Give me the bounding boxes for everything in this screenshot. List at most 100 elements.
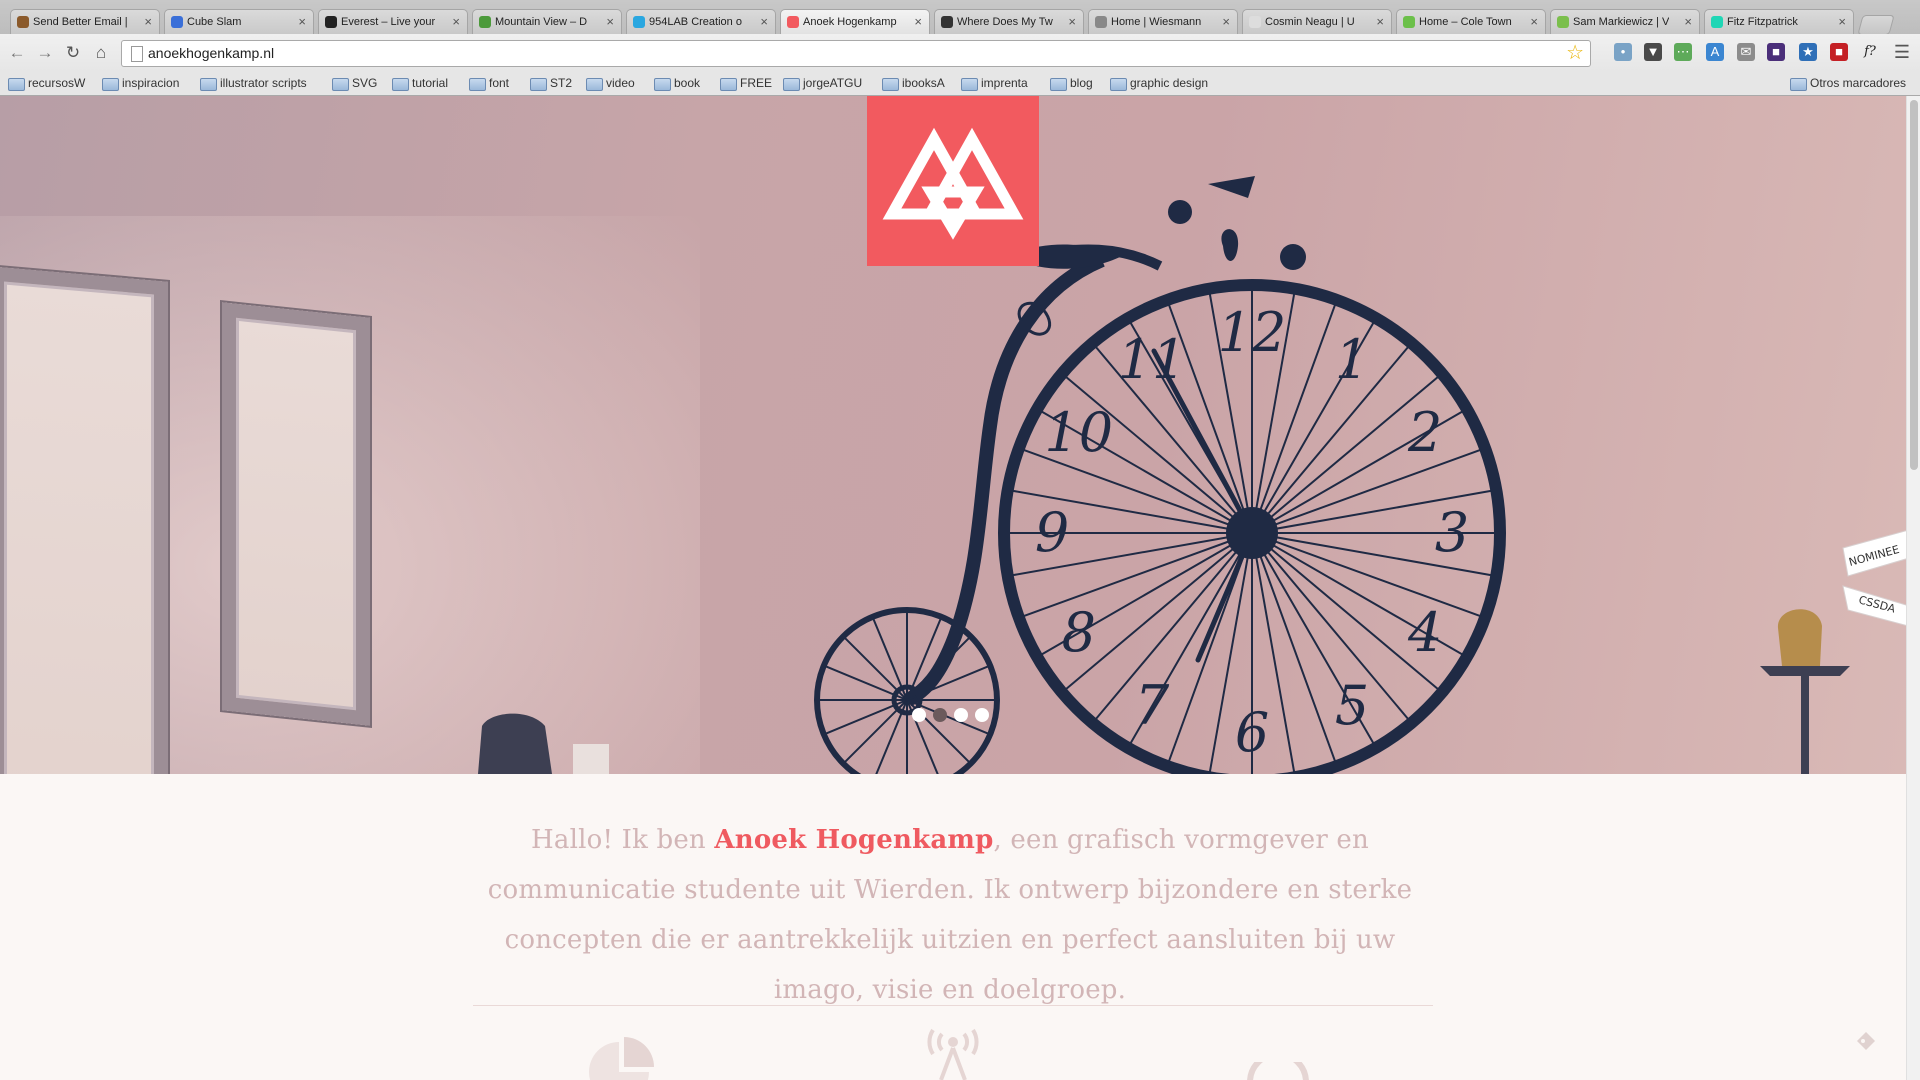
browser-tab[interactable]: 954LAB Creation o × bbox=[626, 9, 776, 34]
cssda-nominee-badge[interactable]: NOMINEE CSSDA bbox=[1838, 528, 1906, 638]
tab-close-icon[interactable]: × bbox=[1684, 10, 1692, 34]
tab-close-icon[interactable]: × bbox=[298, 10, 306, 34]
tag-icon[interactable] bbox=[1856, 1031, 1876, 1051]
whatfont-extension-icon[interactable]: f? bbox=[1861, 43, 1879, 61]
slider-dot[interactable] bbox=[954, 708, 968, 722]
tab-close-icon[interactable]: × bbox=[1838, 10, 1846, 34]
bookmark-label: tutorial bbox=[412, 76, 449, 90]
bookmark-folder[interactable]: video bbox=[586, 74, 635, 92]
bookmark-label: illustrator scripts bbox=[220, 76, 307, 90]
mail-extension-icon[interactable]: ✉ bbox=[1737, 43, 1755, 61]
svg-text:6: 6 bbox=[1235, 701, 1269, 764]
tab-title: 954LAB Creation o bbox=[649, 16, 742, 28]
browser-chrome: Send Better Email | × Cube Slam × Everest – … bbox=[0, 0, 1920, 96]
folder-icon bbox=[882, 78, 899, 91]
tab-favicon-icon bbox=[1711, 16, 1723, 28]
bookmark-folder[interactable]: imprenta bbox=[961, 74, 1028, 92]
star-icon[interactable]: ☆ bbox=[1566, 41, 1584, 66]
tab-favicon-icon bbox=[171, 16, 183, 28]
tab-close-icon[interactable]: × bbox=[1068, 10, 1076, 34]
tab-close-icon[interactable]: × bbox=[914, 10, 922, 34]
reload-icon[interactable]: ↻ bbox=[62, 42, 84, 64]
bookmarks-bar: Otros marcadores recursosW inspiracion ill… bbox=[0, 72, 1920, 95]
tab-close-icon[interactable]: × bbox=[452, 10, 460, 34]
bookmark-folder[interactable]: SVG bbox=[332, 74, 377, 92]
folder-icon bbox=[530, 78, 547, 91]
bookmark-folder[interactable]: blog bbox=[1050, 74, 1093, 92]
browser-tab[interactable]: Where Does My Tw × bbox=[934, 9, 1084, 34]
bookmark-label: recursosW bbox=[28, 76, 86, 90]
bookmark-folder[interactable]: inspiracion bbox=[102, 74, 179, 92]
bookmark-folder[interactable]: font bbox=[469, 74, 509, 92]
tab-close-icon[interactable]: × bbox=[606, 10, 614, 34]
site-logo[interactable] bbox=[867, 96, 1039, 266]
browser-tab[interactable]: Home | Wiesmann × bbox=[1088, 9, 1238, 34]
svg-text:4: 4 bbox=[1407, 601, 1442, 664]
folder-icon bbox=[1790, 78, 1807, 91]
menu-icon[interactable]: ☰ bbox=[1893, 42, 1911, 62]
bookmark-label: SVG bbox=[352, 76, 378, 90]
browser-tab[interactable]: Anoek Hogenkamp × bbox=[780, 9, 930, 34]
svg-text:11: 11 bbox=[1118, 328, 1187, 391]
bookmark-folder[interactable]: recursosW bbox=[8, 74, 85, 92]
bookmark-folder[interactable]: graphic design bbox=[1110, 74, 1208, 92]
svg-text:8: 8 bbox=[1062, 601, 1096, 664]
bookmark-folder[interactable]: book bbox=[654, 74, 700, 92]
bookmark-folder[interactable]: tutorial bbox=[392, 74, 448, 92]
folder-icon bbox=[654, 78, 671, 91]
browser-tab[interactable]: Cube Slam × bbox=[164, 9, 314, 34]
tab-close-icon[interactable]: × bbox=[1222, 10, 1230, 34]
page-viewport: 1 2 3 4 5 6 7 8 9 10 11 12 NOMINEE CSSDA… bbox=[0, 96, 1920, 1080]
other-bookmarks-folder[interactable]: Otros marcadores bbox=[1790, 74, 1906, 92]
tab-title: Everest – Live your bbox=[341, 16, 436, 28]
back-arrow-icon[interactable]: ← bbox=[6, 42, 28, 64]
bookmark-folder[interactable]: ST2 bbox=[530, 74, 572, 92]
bookmark-folder[interactable]: FREE bbox=[720, 74, 772, 92]
bookmark-folder[interactable]: illustrator scripts bbox=[200, 74, 307, 92]
tab-close-icon[interactable]: × bbox=[1376, 10, 1384, 34]
svg-text:7: 7 bbox=[1135, 674, 1170, 737]
tab-title: Cube Slam bbox=[187, 16, 242, 28]
handlebar-ornament bbox=[1221, 229, 1239, 261]
browser-tab[interactable]: Send Better Email | × bbox=[10, 9, 160, 34]
folder-icon bbox=[200, 78, 217, 91]
flag-ornament bbox=[1208, 176, 1255, 198]
bookmark-label: inspiracion bbox=[122, 76, 180, 90]
tab-close-icon[interactable]: × bbox=[1530, 10, 1538, 34]
address-bar[interactable]: anoekhogenkamp.nl ☆ bbox=[121, 40, 1591, 67]
translate-extension-icon[interactable]: A bbox=[1706, 43, 1724, 61]
chat-extension-icon[interactable]: ⋯ bbox=[1674, 43, 1692, 61]
vertical-scrollbar[interactable] bbox=[1906, 96, 1920, 1080]
tab-close-icon[interactable]: × bbox=[760, 10, 768, 34]
browser-tab[interactable]: Home – Cole Town × bbox=[1396, 9, 1546, 34]
bell-ornament bbox=[1168, 200, 1192, 224]
clock-hub bbox=[1226, 507, 1278, 559]
browser-tab[interactable]: Cosmin Neagu | U × bbox=[1242, 9, 1392, 34]
eyedropper-extension-icon[interactable]: • bbox=[1614, 43, 1632, 61]
bookmark-folder[interactable]: jorgeATGU bbox=[783, 74, 862, 92]
scrollbar-thumb[interactable] bbox=[1910, 100, 1918, 470]
bookmark-extension-icon[interactable]: ★ bbox=[1799, 43, 1817, 61]
forward-arrow-icon[interactable]: → bbox=[34, 42, 56, 64]
slider-dot[interactable] bbox=[933, 708, 947, 722]
intro-prefix: Hallo! Ik ben bbox=[531, 825, 715, 855]
url-text[interactable]: anoekhogenkamp.nl bbox=[148, 41, 274, 66]
tab-title: Send Better Email | bbox=[33, 16, 128, 28]
tab-favicon-icon bbox=[941, 16, 953, 28]
bookmark-folder[interactable]: ibooksA bbox=[882, 74, 945, 92]
hero-slider: 1 2 3 4 5 6 7 8 9 10 11 12 NOMINEE CSSDA bbox=[0, 96, 1906, 774]
new-tab-button[interactable] bbox=[1857, 15, 1895, 35]
home-icon[interactable]: ⌂ bbox=[90, 42, 112, 64]
browser-tab[interactable]: Everest – Live your × bbox=[318, 9, 468, 34]
browser-tab[interactable]: Sam Markiewicz | V × bbox=[1550, 9, 1700, 34]
lastpass-extension-icon[interactable]: ■ bbox=[1830, 43, 1848, 61]
slider-dot[interactable] bbox=[975, 708, 989, 722]
reader-extension-icon[interactable]: ■ bbox=[1767, 43, 1785, 61]
browser-tab[interactable]: Mountain View – D × bbox=[472, 9, 622, 34]
slider-dot[interactable] bbox=[912, 708, 926, 722]
pocket-extension-icon[interactable]: ▼ bbox=[1644, 43, 1662, 61]
tab-close-icon[interactable]: × bbox=[144, 10, 152, 34]
tab-favicon-icon bbox=[1557, 16, 1569, 28]
svg-text:9: 9 bbox=[1035, 501, 1069, 564]
browser-tab[interactable]: Fitz Fitzpatrick × bbox=[1704, 9, 1854, 34]
